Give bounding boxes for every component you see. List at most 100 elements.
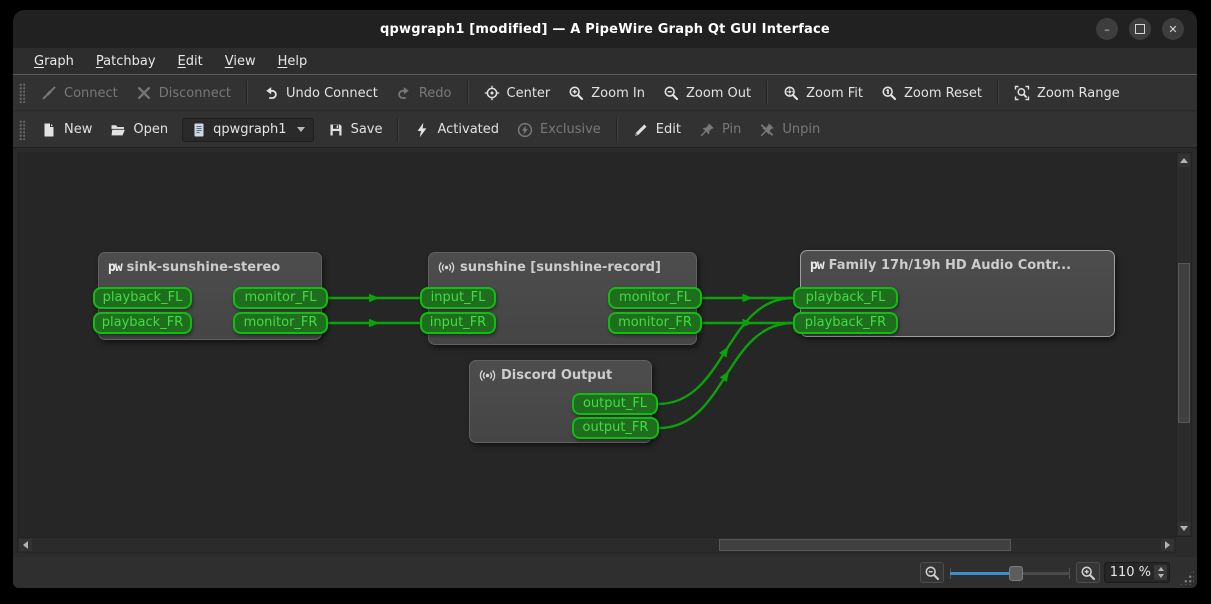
activated-icon	[414, 122, 430, 138]
toolbar-separator	[997, 81, 999, 105]
connection-arrow-icon	[719, 344, 732, 357]
toolbar-button-exclusive[interactable]: Exclusive	[508, 117, 610, 143]
port-sink-monitor_FL[interactable]: monitor_FL	[233, 287, 328, 309]
port-sink-playback_FL[interactable]: playback_FL	[93, 287, 192, 309]
toolbar-graph: Connect Disconnect Undo Connect Redo Center Z…	[13, 76, 1197, 111]
toolbar-button-label: Save	[351, 122, 383, 137]
toolbar-button-label: Zoom Out	[686, 86, 751, 101]
broadcast-icon	[479, 368, 496, 383]
toolbar-button-unpin[interactable]: Unpin	[750, 117, 829, 143]
zoom-slider-handle[interactable]	[1009, 566, 1023, 581]
patchbay-file-icon	[191, 122, 207, 138]
toolbar-button-edit[interactable]: Edit	[624, 117, 690, 143]
toolbar-button-zoom-fit[interactable]: Zoom Fit	[774, 80, 872, 106]
menubar: GraphPatchbayEditViewHelp	[13, 48, 1197, 75]
menu-edit[interactable]: Edit	[169, 51, 212, 72]
toolbar-handle[interactable]	[19, 120, 25, 140]
scroll-down-button[interactable]	[1178, 522, 1190, 535]
patchbay-profile-value: qpwgraph1	[213, 122, 286, 137]
port-discord-output_FL[interactable]: output_FL	[572, 393, 658, 415]
maximize-button[interactable]	[1129, 18, 1151, 40]
window-title: qpwgraph1 [modified] — A PipeWire Graph …	[380, 22, 830, 37]
patchbay-profile-combobox[interactable]: qpwgraph1	[182, 118, 313, 142]
horizontal-scrollbar[interactable]	[17, 537, 1176, 553]
port-sink-monitor_FR[interactable]: monitor_FR	[233, 312, 328, 334]
toolbar-button-center[interactable]: Center	[475, 80, 560, 106]
port-sunshine-monitor_FL[interactable]: monitor_FL	[608, 287, 702, 309]
open-icon	[110, 122, 126, 138]
toolbar-button-zoom-out[interactable]: Zoom Out	[654, 80, 760, 106]
maximize-icon	[1135, 24, 1145, 34]
port-sink-playback_FR[interactable]: playback_FR	[93, 312, 192, 334]
minimize-button[interactable]: –	[1096, 18, 1118, 40]
toolbar-button-redo[interactable]: Redo	[387, 80, 461, 106]
zoom-percent-spinbox[interactable]: 110 %	[1104, 562, 1170, 583]
toolbar-button-label: Exclusive	[540, 122, 601, 137]
toolbar-button-label: Edit	[656, 122, 681, 137]
toolbar-button-activated[interactable]: Activated	[405, 117, 508, 143]
left-arrow-icon	[23, 541, 28, 549]
statusbar: 110 %	[13, 557, 1197, 588]
port-sunshine-input_FL[interactable]: input_FL	[420, 287, 496, 309]
menu-help[interactable]: Help	[269, 51, 317, 72]
toolbar-button-open[interactable]: Open	[101, 117, 177, 143]
new-icon	[41, 122, 57, 138]
port-family-playback_FR[interactable]: playback_FR	[793, 312, 898, 334]
toolbar-button-label: Redo	[419, 86, 452, 101]
down-arrow-icon	[1180, 526, 1188, 531]
toolbar-button-label: Center	[507, 86, 551, 101]
zoom-reset-icon	[881, 85, 897, 101]
toolbar-button-new[interactable]: New	[32, 117, 101, 143]
zoom-fit-icon	[783, 85, 799, 101]
toolbar-handle[interactable]	[19, 83, 25, 103]
toolbar-button-label: Connect	[64, 86, 118, 101]
graph-canvas[interactable]: pwsink-sunshine-stereoplayback_FLplaybac…	[17, 152, 1176, 537]
statusbar-zoom-in-button[interactable]	[1076, 562, 1100, 583]
connection-arrow-icon	[743, 294, 754, 303]
toolbar-button-label: Open	[133, 122, 168, 137]
toolbar-button-zoom-reset[interactable]: Zoom Reset	[872, 80, 991, 106]
toolbar-button-label: Pin	[722, 122, 741, 137]
node-title: Discord Output	[470, 361, 651, 383]
chevron-down-icon	[297, 127, 305, 132]
toolbar-button-pin[interactable]: Pin	[690, 117, 750, 143]
menu-graph[interactable]: Graph	[25, 51, 83, 72]
horizontal-scroll-thumb[interactable]	[719, 539, 1011, 551]
statusbar-zoom-out-button[interactable]	[920, 562, 944, 583]
toolbar-button-connect[interactable]: Connect	[32, 80, 127, 106]
toolbar-button-disconnect[interactable]: Disconnect	[127, 80, 240, 106]
zoom-slider-fill	[950, 572, 1016, 575]
node-title: sunshine [sunshine-record]	[429, 253, 696, 275]
toolbar-button-label: Undo Connect	[286, 86, 378, 101]
canvas-area: pwsink-sunshine-stereoplayback_FLplaybac…	[13, 148, 1197, 557]
port-sunshine-monitor_FR[interactable]: monitor_FR	[608, 312, 702, 334]
scroll-left-button[interactable]	[19, 539, 32, 551]
toolbar-button-save[interactable]: Save	[319, 117, 392, 143]
redo-icon	[396, 85, 412, 101]
close-button[interactable]: ✕	[1162, 18, 1184, 40]
toolbar-button-undo-connect[interactable]: Undo Connect	[254, 80, 387, 106]
scroll-right-button[interactable]	[1161, 539, 1174, 551]
toolbar-button-zoom-in[interactable]: Zoom In	[559, 80, 654, 106]
titlebar[interactable]: qpwgraph1 [modified] — A PipeWire Graph …	[13, 10, 1197, 48]
right-arrow-icon	[1165, 541, 1170, 549]
port-discord-output_FR[interactable]: output_FR	[572, 417, 659, 439]
port-sunshine-input_FR[interactable]: input_FR	[420, 312, 496, 334]
port-family-playback_FL[interactable]: playback_FL	[793, 287, 898, 309]
menu-view[interactable]: View	[216, 51, 265, 72]
spin-down-button[interactable]	[1154, 572, 1167, 580]
scroll-up-button[interactable]	[1178, 154, 1190, 167]
pipewire-icon: pw	[108, 260, 122, 275]
node-title: pwsink-sunshine-stereo	[99, 253, 321, 275]
toolbar-button-zoom-range[interactable]: Zoom Range	[1005, 80, 1129, 106]
menu-patchbay[interactable]: Patchbay	[87, 51, 165, 72]
vertical-scrollbar[interactable]	[1176, 152, 1192, 537]
zoom-slider[interactable]	[950, 564, 1070, 582]
toolbar-button-label: Unpin	[782, 122, 820, 137]
resize-grip[interactable]	[1179, 570, 1194, 585]
zoom-in-icon	[568, 85, 584, 101]
vertical-scroll-thumb[interactable]	[1178, 263, 1190, 423]
toolbar-button-label: Zoom Reset	[904, 86, 982, 101]
toolbar-separator	[397, 118, 399, 142]
broadcast-icon	[438, 260, 455, 275]
